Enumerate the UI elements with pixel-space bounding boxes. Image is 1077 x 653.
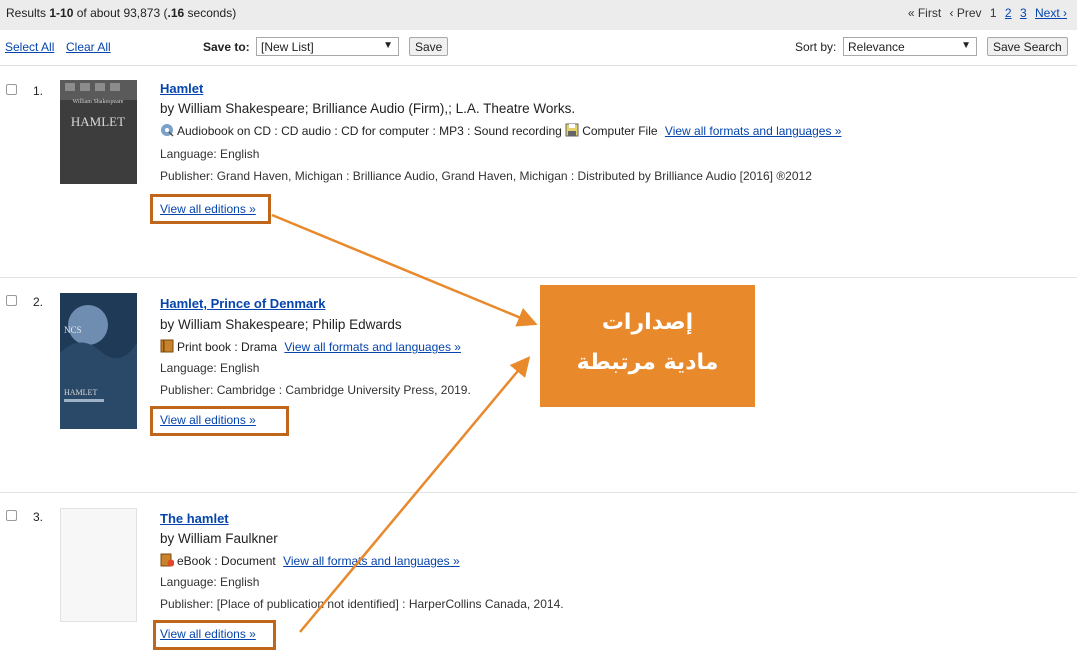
result-formats: Audiobook on CD : CD audio : CD for comp… xyxy=(160,123,841,138)
result-number: 3. xyxy=(33,510,44,524)
result-publisher: Publisher: Grand Haven, Michigan : Brill… xyxy=(160,169,812,183)
sort-by-value: Relevance xyxy=(848,40,905,54)
results-middle: of about xyxy=(76,6,121,20)
result-language: Language: English xyxy=(160,361,260,375)
cover-title-text: HAMLET xyxy=(71,114,125,129)
chevron-down-icon: ▼ xyxy=(383,40,393,51)
callout-line-2: مادية مرتبطة xyxy=(576,350,719,375)
results-prefix: Results xyxy=(6,6,47,20)
result-byline: by William Shakespeare; Philip Edwards xyxy=(160,317,402,332)
results-total: 93,873 xyxy=(123,6,161,20)
results-range: 1-10 xyxy=(49,6,74,20)
save-to-label: Save to: xyxy=(203,40,250,54)
print-book-icon xyxy=(160,339,174,353)
arrow-to-callout-2 xyxy=(299,356,531,633)
view-formats-link[interactable]: View all formats and languages » xyxy=(665,124,842,138)
save-to-value: [New List] xyxy=(261,40,314,54)
result-byline: by William Shakespeare; Brilliance Audio… xyxy=(160,101,576,116)
pager-page-2[interactable]: 2 xyxy=(1005,6,1012,20)
format-text-audio: Audiobook on CD : CD audio : CD for comp… xyxy=(177,124,562,138)
sort-by-label: Sort by: xyxy=(795,40,837,54)
result-divider xyxy=(0,492,1077,493)
ebook-icon xyxy=(160,553,174,567)
pager-first[interactable]: « First xyxy=(908,6,941,20)
floppy-disk-icon xyxy=(565,123,579,137)
save-button[interactable]: Save xyxy=(409,37,449,56)
results-time-suffix: seconds) xyxy=(187,6,237,20)
view-editions-link[interactable]: View all editions » xyxy=(160,413,256,427)
book-cover-placeholder[interactable] xyxy=(60,508,137,622)
pager-next[interactable]: Next › xyxy=(1035,6,1067,20)
result-checkbox[interactable] xyxy=(6,510,17,521)
result-title-link[interactable]: Hamlet, Prince of Denmark xyxy=(160,296,325,311)
book-cover-image[interactable]: William Shakespeare HAMLET xyxy=(60,80,137,184)
save-search-button[interactable]: Save Search xyxy=(987,37,1068,56)
results-header-bar: Results 1-10 of about 93,873 (.16 second… xyxy=(0,0,1077,30)
save-to-select[interactable]: [New List] ▼ xyxy=(256,37,399,56)
callout-line-1: إصدارات xyxy=(601,310,694,335)
chevron-down-icon: ▼ xyxy=(961,40,971,51)
view-formats-link[interactable]: View all formats and languages » xyxy=(284,340,461,354)
result-checkbox[interactable] xyxy=(6,84,17,95)
result-formats: eBook : Document View all formats and la… xyxy=(160,553,460,568)
result-language: Language: English xyxy=(160,147,260,161)
pager-page-3[interactable]: 3 xyxy=(1020,6,1027,20)
result-title-link[interactable]: Hamlet xyxy=(160,81,203,96)
result-byline: by William Faulkner xyxy=(160,531,278,546)
result-number: 2. xyxy=(33,295,44,309)
result-publisher: Publisher: Cambridge : Cambridge Univers… xyxy=(160,383,471,397)
result-language: Language: English xyxy=(160,575,260,589)
view-editions-link[interactable]: View all editions » xyxy=(160,202,256,216)
result-checkbox[interactable] xyxy=(6,295,17,306)
pager-current: 1 xyxy=(989,6,997,20)
result-title-link[interactable]: The hamlet xyxy=(160,511,229,526)
annotation-callout: إصدارات مادية مرتبطة xyxy=(540,285,755,407)
result-number: 1. xyxy=(33,84,44,98)
pagination: « First ‹ Prev 1 2 3 Next › xyxy=(903,6,1067,20)
result-publisher: Publisher: [Place of publication not ide… xyxy=(160,597,564,611)
book-cover-image[interactable]: NCS HAMLET xyxy=(60,293,137,429)
format-text-ebook: eBook : Document xyxy=(177,554,276,568)
results-time: .16 xyxy=(167,6,185,20)
audiobook-cd-icon xyxy=(161,124,174,137)
cover-series-text: NCS xyxy=(64,325,82,335)
result-formats: Print book : Drama View all formats and … xyxy=(160,339,461,354)
sort-by-select[interactable]: Relevance ▼ xyxy=(843,37,977,56)
clear-all-link[interactable]: Clear All xyxy=(66,40,111,54)
pager-prev[interactable]: ‹ Prev xyxy=(950,6,982,20)
view-formats-link[interactable]: View all formats and languages » xyxy=(283,554,460,568)
cover-title-text: HAMLET xyxy=(64,388,97,397)
format-text-computer-file: Computer File xyxy=(582,124,658,138)
select-all-link[interactable]: Select All xyxy=(5,40,54,54)
result-divider xyxy=(0,277,1077,278)
view-editions-link[interactable]: View all editions » xyxy=(160,627,256,641)
cover-author-text: William Shakespeare xyxy=(73,99,124,105)
results-summary: Results 1-10 of about 93,873 (.16 second… xyxy=(6,6,236,20)
results-toolbar: Select All Clear All Save to: [New List]… xyxy=(0,30,1077,66)
format-text-print: Print book : Drama xyxy=(177,340,278,354)
